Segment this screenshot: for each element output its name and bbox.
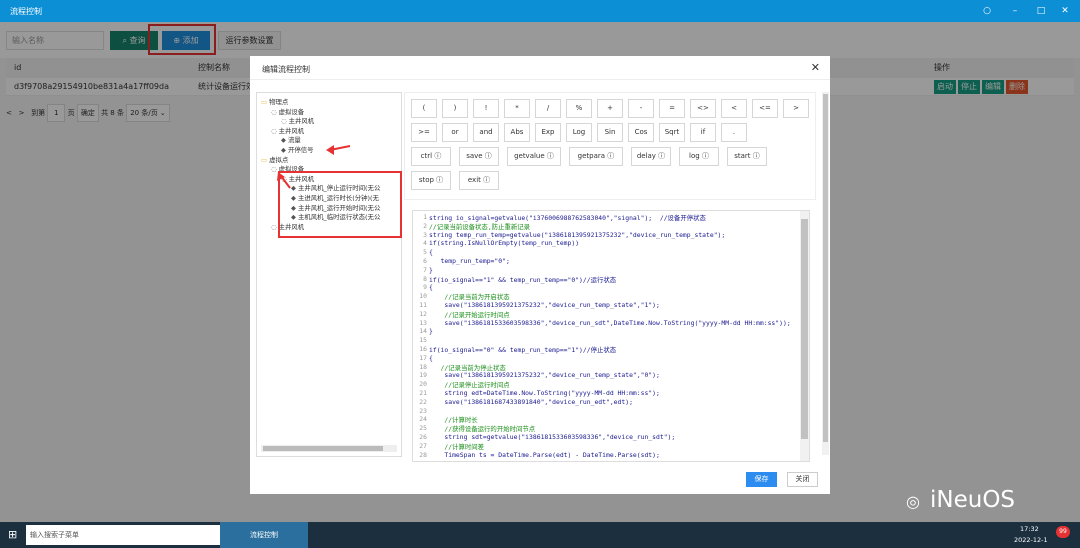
wechat-icon: ◎ [906, 492, 920, 511]
clock-time: 17:32 [1020, 525, 1039, 533]
taskbar: ⊞ 输入搜索子菜单 流程控制 17:32 2022-12-1 99 [0, 522, 1080, 548]
app-window: 流程控制 ○ – □ ✕ 输入名称 ⌕ 查询 ⊕ 添加 运行参数设置 id 控制… [0, 0, 1080, 548]
notification-icon[interactable]: 99 [1056, 526, 1070, 538]
windows-icon[interactable]: ⊞ [8, 528, 17, 541]
watermark: ◎ iNeuOS [906, 486, 1066, 518]
clock-date: 2022-12-1 [1014, 536, 1048, 544]
annotation-arrows [277, 145, 351, 189]
taskbar-search-input[interactable]: 输入搜索子菜单 [26, 525, 220, 545]
watermark-text: iNeuOS [930, 487, 1016, 513]
arrow-head-1 [326, 145, 334, 155]
taskbar-app-button[interactable]: 流程控制 [220, 522, 308, 548]
